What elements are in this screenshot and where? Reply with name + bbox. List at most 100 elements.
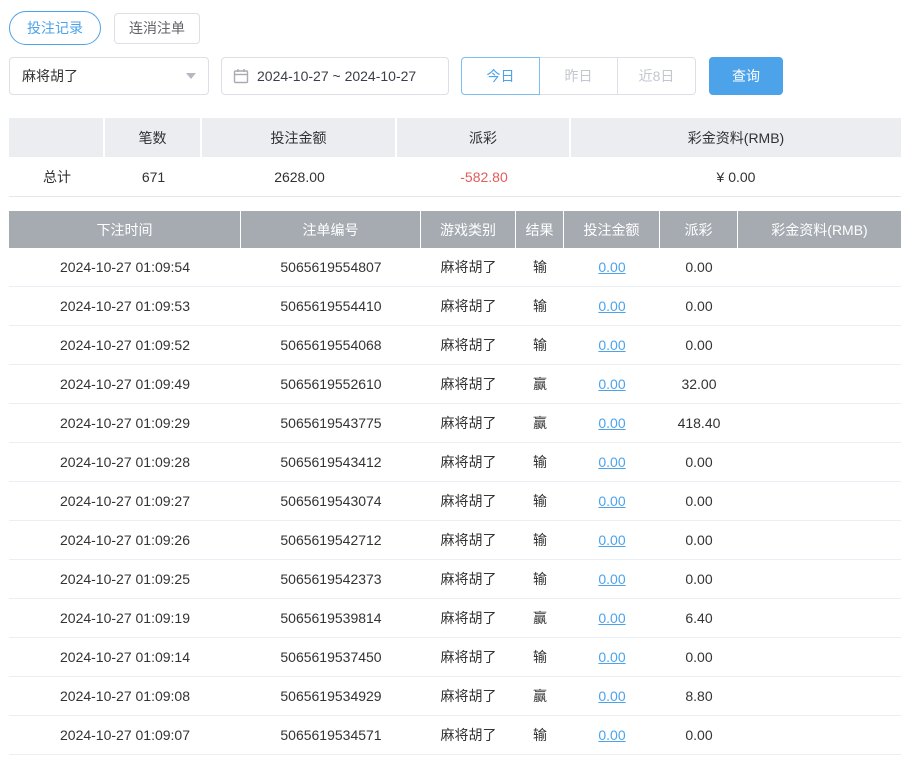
- order-id-cell: 5065619542712: [241, 521, 421, 559]
- bet-time-cell: 2024-10-27 01:09:14: [9, 638, 241, 676]
- bet-time-cell: 2024-10-27 01:09:25: [9, 560, 241, 598]
- game-type-cell: 麻将胡了: [421, 521, 516, 559]
- bet-amount-link[interactable]: 0.00: [598, 454, 625, 470]
- header-result: 结果: [516, 211, 564, 248]
- payout-cell: 0.00: [660, 716, 738, 754]
- bet-amount-cell: 0.00: [564, 521, 660, 559]
- bet-amount-link[interactable]: 0.00: [598, 376, 625, 392]
- result-cell: 输: [516, 482, 564, 520]
- game-type-cell: 麻将胡了: [421, 716, 516, 754]
- bet-amount-link[interactable]: 0.00: [598, 532, 625, 548]
- date-range-value: 2024-10-27 ~ 2024-10-27: [257, 68, 416, 84]
- tab-bet-records[interactable]: 投注记录: [9, 11, 101, 45]
- header-payout: 派彩: [660, 211, 738, 248]
- table-row: 2024-10-27 01:09:54 5065619554807 麻将胡了 输…: [9, 248, 901, 287]
- bet-time-cell: 2024-10-27 01:09:54: [9, 248, 241, 286]
- table-row: 2024-10-27 01:09:49 5065619552610 麻将胡了 赢…: [9, 365, 901, 404]
- bet-amount-link[interactable]: 0.00: [598, 688, 625, 704]
- payout-cell: 8.80: [660, 677, 738, 715]
- order-id-cell: 5065619543412: [241, 443, 421, 481]
- game-type-cell: 麻将胡了: [421, 248, 516, 286]
- header-bet-time: 下注时间: [9, 211, 241, 248]
- table-body: 2024-10-27 01:09:54 5065619554807 麻将胡了 输…: [9, 248, 901, 759]
- bonus-cell: [738, 677, 901, 715]
- summary-total-label: 总计: [9, 157, 105, 196]
- order-id-cell: 5065619552610: [241, 365, 421, 403]
- bonus-cell: [738, 326, 901, 364]
- bet-amount-link[interactable]: 0.00: [598, 727, 625, 743]
- table-row: 2024-10-27 01:09:28 5065619543412 麻将胡了 输…: [9, 443, 901, 482]
- order-id-cell: 5065619554807: [241, 248, 421, 286]
- bet-amount-link[interactable]: 0.00: [598, 571, 625, 587]
- last8days-button[interactable]: 近8日: [617, 57, 696, 95]
- table-row: 2024-10-27 01:09:14 5065619537450 麻将胡了 输…: [9, 638, 901, 677]
- bet-amount-cell: 0.00: [564, 638, 660, 676]
- search-button[interactable]: 查询: [709, 57, 783, 95]
- tab-cancel-orders[interactable]: 连消注单: [114, 13, 200, 44]
- result-cell: 输: [516, 560, 564, 598]
- table-row: 2024-10-27 01:09:25 5065619542373 麻将胡了 输…: [9, 560, 901, 599]
- summary-header-bonus: 彩金资料(RMB): [571, 118, 901, 157]
- bet-time-cell: 2024-10-27 01:09:27: [9, 482, 241, 520]
- bet-amount-cell: 0.00: [564, 560, 660, 598]
- header-bonus: 彩金资料(RMB): [738, 211, 901, 248]
- bet-time-cell: 2024-10-27 01:09:52: [9, 326, 241, 364]
- order-id-cell: 5065619534929: [241, 677, 421, 715]
- bet-amount-link[interactable]: 0.00: [598, 298, 625, 314]
- summary-header-count: 笔数: [105, 118, 202, 157]
- bet-amount-link[interactable]: 0.00: [598, 610, 625, 626]
- payout-cell: 0.00: [660, 560, 738, 598]
- bet-time-cell: 2024-10-27 01:09:08: [9, 677, 241, 715]
- records-header-row: 下注时间 注单编号 游戏类别 结果 投注金额 派彩 彩金资料(RMB): [9, 211, 901, 248]
- order-id-cell: 5065619542373: [241, 560, 421, 598]
- game-type-cell: 麻将胡了: [421, 365, 516, 403]
- bet-amount-cell: 0.00: [564, 443, 660, 481]
- table-row: 2024-10-27 01:09:29 5065619543775 麻将胡了 赢…: [9, 404, 901, 443]
- game-type-cell: 麻将胡了: [421, 677, 516, 715]
- summary-bet-amount-value: 2628.00: [202, 157, 397, 196]
- yesterday-button[interactable]: 昨日: [539, 57, 618, 95]
- filter-row: 麻将胡了 2024-10-27 ~ 2024-10-27 今日 昨日 近8日 查…: [9, 57, 901, 95]
- result-cell: 输: [516, 638, 564, 676]
- bet-time-cell: 2024-10-27 01:09:07: [9, 716, 241, 754]
- date-range-input[interactable]: 2024-10-27 ~ 2024-10-27: [221, 57, 449, 95]
- result-cell: 输: [516, 287, 564, 325]
- tabs-row: 投注记录 连消注单: [9, 11, 901, 45]
- bonus-cell: [738, 482, 901, 520]
- bet-amount-link[interactable]: 0.00: [598, 415, 625, 431]
- payout-cell: 0.00: [660, 755, 738, 759]
- header-order-id: 注单编号: [241, 211, 421, 248]
- bet-amount-link[interactable]: 0.00: [598, 337, 625, 353]
- result-cell: 赢: [516, 599, 564, 637]
- bonus-cell: [738, 716, 901, 754]
- bet-amount-cell: 0.00: [564, 482, 660, 520]
- bet-amount-link[interactable]: 0.00: [598, 259, 625, 275]
- order-id-cell: 5065619543074: [241, 482, 421, 520]
- payout-cell: 418.40: [660, 404, 738, 442]
- order-id-cell: 5065619534184: [241, 755, 421, 759]
- order-id-cell: 5065619537450: [241, 638, 421, 676]
- table-row: 2024-10-27 01:09:07 5065619534571 麻将胡了 输…: [9, 716, 901, 755]
- bet-amount-cell: 0.00: [564, 365, 660, 403]
- game-type-cell: 麻将胡了: [421, 560, 516, 598]
- calendar-icon: [233, 68, 249, 84]
- bet-amount-link[interactable]: 0.00: [598, 493, 625, 509]
- bonus-cell: [738, 755, 901, 759]
- summary-count-value: 671: [105, 157, 202, 196]
- summary-header-bet-amount: 投注金额: [202, 118, 397, 157]
- bet-amount-cell: 0.00: [564, 677, 660, 715]
- bonus-cell: [738, 248, 901, 286]
- today-button[interactable]: 今日: [461, 57, 540, 95]
- result-cell: 赢: [516, 365, 564, 403]
- order-id-cell: 5065619554410: [241, 287, 421, 325]
- bet-amount-link[interactable]: 0.00: [598, 649, 625, 665]
- order-id-cell: 5065619539814: [241, 599, 421, 637]
- result-cell: 输: [516, 443, 564, 481]
- table-row: 2024-10-27 01:09:26 5065619542712 麻将胡了 输…: [9, 521, 901, 560]
- game-type-cell: 麻将胡了: [421, 404, 516, 442]
- game-type-cell: 麻将胡了: [421, 638, 516, 676]
- summary-table: 笔数 投注金额 派彩 彩金资料(RMB) 总计 671 2628.00 -582…: [9, 118, 901, 197]
- payout-cell: 32.00: [660, 365, 738, 403]
- bet-amount-cell: 0.00: [564, 755, 660, 759]
- game-select[interactable]: 麻将胡了: [9, 57, 209, 95]
